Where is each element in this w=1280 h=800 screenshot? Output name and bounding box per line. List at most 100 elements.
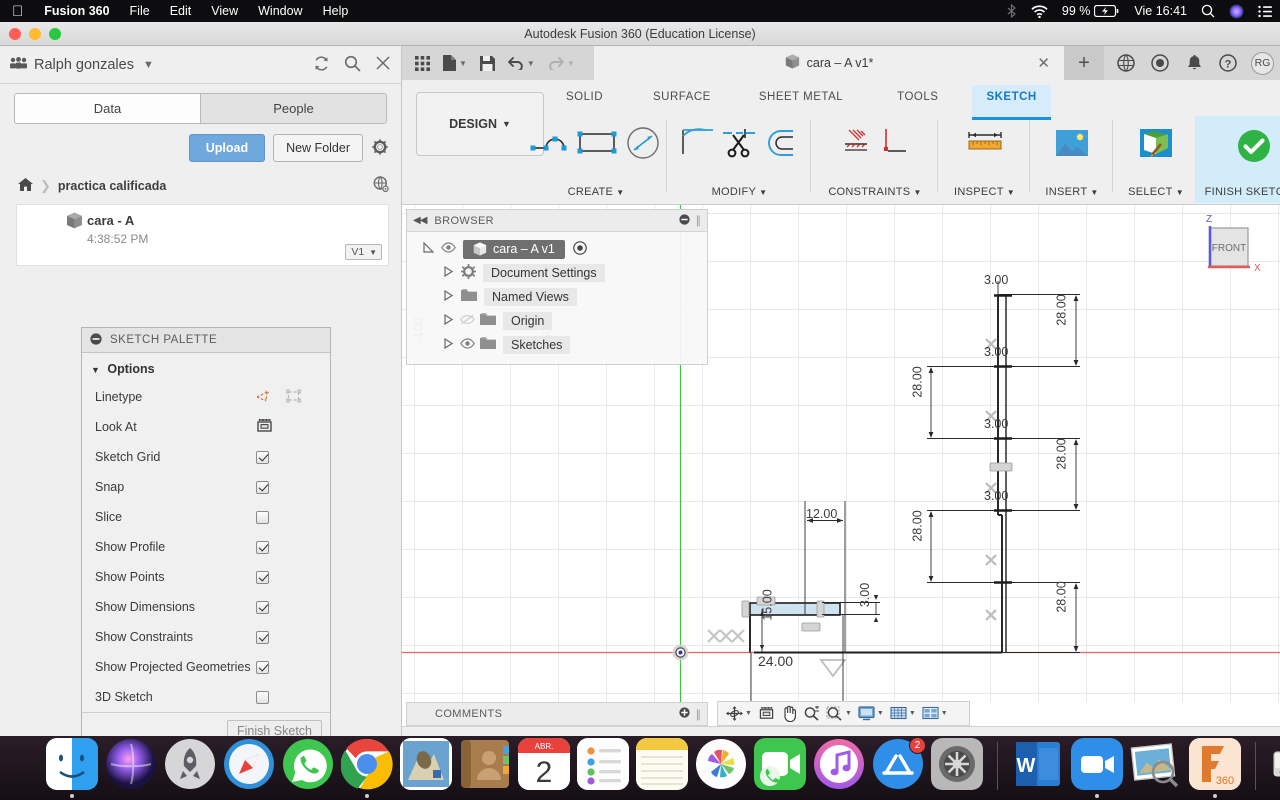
refresh-icon[interactable] <box>313 55 330 75</box>
dock-item-calendar[interactable]: ABR. 2 <box>518 738 570 790</box>
control-center-icon[interactable] <box>1251 5 1280 18</box>
new-folder-button[interactable]: New Folder <box>273 134 363 162</box>
insert-image-icon[interactable] <box>1055 126 1089 163</box>
globe-share-icon[interactable] <box>373 176 389 195</box>
eye-visible-icon[interactable] <box>441 242 456 256</box>
look-at-icon[interactable] <box>756 705 777 722</box>
avatar[interactable]: RG <box>1251 51 1274 75</box>
dimension-text[interactable]: 15.00 <box>761 589 775 620</box>
bluetooth-icon[interactable] <box>999 4 1024 18</box>
browser-item-origin[interactable]: Origin <box>407 309 707 333</box>
dimension-text[interactable]: 3.00 <box>984 273 1008 287</box>
job-status-icon[interactable] <box>1145 46 1175 80</box>
ribbon-group-label[interactable]: INSPECT ▼ <box>943 186 1026 198</box>
menubar-clock[interactable]: Vie 16:41 <box>1127 4 1194 18</box>
minus-circle-icon[interactable] <box>678 213 690 228</box>
trim-icon[interactable] <box>719 126 759 163</box>
snap-checkbox[interactable] <box>256 480 269 494</box>
close-icon[interactable] <box>375 55 391 74</box>
ribbon-group-label[interactable]: CONSTRAINTS ▼ <box>816 186 934 198</box>
close-icon[interactable]: ✕ <box>1037 54 1050 72</box>
help-icon[interactable]: ? <box>1213 46 1243 80</box>
dimension-text[interactable]: 24.00 <box>758 653 793 669</box>
siri-icon[interactable] <box>1222 4 1251 19</box>
ribbon-group-label[interactable]: CREATE ▼ <box>530 186 662 198</box>
triangle-collapsed-icon[interactable] <box>444 289 454 304</box>
grid-snaps-icon[interactable]: ▼ <box>888 705 918 722</box>
tab-people[interactable]: People <box>201 94 386 123</box>
dock-item-safari[interactable] <box>223 738 275 790</box>
line-icon[interactable] <box>529 126 571 163</box>
browser-item-document-settings[interactable]: Document Settings <box>407 261 707 285</box>
double-chevron-left-icon[interactable]: ◀◀ <box>413 215 427 226</box>
dock-item-photos[interactable] <box>695 738 747 790</box>
eye-hidden-icon[interactable] <box>460 314 475 328</box>
plus-circle-icon[interactable] <box>678 707 690 721</box>
triangle-expanded-icon[interactable] <box>423 241 435 256</box>
document-tab[interactable]: cara – A v1* ✕ <box>594 46 1064 80</box>
dock-item-zoom[interactable] <box>1071 738 1123 798</box>
notifications-bell-icon[interactable] <box>1179 46 1209 80</box>
menu-window[interactable]: Window <box>248 4 312 18</box>
redo-icon[interactable]: ▼ <box>543 53 580 74</box>
slice-checkbox[interactable] <box>256 510 269 524</box>
tab-sheet-metal[interactable]: SHEET METAL <box>745 85 857 103</box>
tab-solid[interactable]: SOLID <box>552 85 617 103</box>
wifi-icon[interactable] <box>1024 4 1055 18</box>
show-projected-geometries-checkbox[interactable] <box>256 660 269 674</box>
dimension-text[interactable]: 28.00 <box>911 366 925 397</box>
undo-icon[interactable]: ▼ <box>503 53 540 74</box>
triangle-collapsed-icon[interactable] <box>444 313 454 328</box>
fit-zoom-window-icon[interactable]: ▼ <box>824 705 854 722</box>
sketch-grid-checkbox[interactable] <box>256 450 269 464</box>
browser-item-named-views[interactable]: Named Views <box>407 285 707 309</box>
file-version-badge[interactable]: V1 ▼ <box>345 244 382 260</box>
look-at-icon[interactable] <box>256 418 273 437</box>
menu-help[interactable]: Help <box>313 4 359 18</box>
spotlight-search-icon[interactable] <box>1194 4 1222 18</box>
show-constraints-checkbox[interactable] <box>256 630 269 644</box>
options-section-header[interactable]: ▼ Options <box>82 353 330 382</box>
show-dimensions-checkbox[interactable] <box>256 600 269 614</box>
dimension-text[interactable]: 28.00 <box>1055 581 1069 612</box>
workspace-switcher[interactable]: DESIGN ▼ <box>416 92 544 156</box>
save-icon[interactable] <box>475 52 500 75</box>
battery-status[interactable]: 99 % <box>1055 4 1128 18</box>
dock-item-disk[interactable] <box>1270 738 1280 790</box>
construction-line-icon[interactable] <box>256 388 273 407</box>
show-profile-checkbox[interactable] <box>256 540 269 554</box>
app-grid-icon[interactable] <box>410 52 435 75</box>
menu-app-name[interactable]: Fusion 360 <box>34 4 119 18</box>
dimension-text[interactable]: 3.00 <box>984 417 1008 431</box>
viewports-icon[interactable]: ▼ <box>920 705 950 722</box>
new-tab-button[interactable]: + <box>1064 46 1104 80</box>
view-cube[interactable]: FRONT Z X <box>1192 211 1272 283</box>
file-card[interactable]: cara - A 4:38:52 PM V1 ▼ <box>16 204 389 266</box>
show-points-checkbox[interactable] <box>256 570 269 584</box>
search-icon[interactable] <box>344 55 361 75</box>
browser-root-label-pill[interactable]: cara – A v1 <box>463 239 565 259</box>
dock-item-siri[interactable] <box>105 738 157 790</box>
dock-item-fusion360[interactable]: 360 <box>1189 738 1241 798</box>
dock-item-chrome[interactable] <box>341 738 393 798</box>
browser-root-row[interactable]: cara – A v1 <box>407 237 707 261</box>
dimension-text[interactable]: 12.00 <box>806 507 837 521</box>
apple-icon[interactable]:  <box>0 4 34 19</box>
ribbon-group-label[interactable]: INSERT ▼ <box>1035 186 1109 198</box>
triangle-collapsed-icon[interactable] <box>444 265 454 280</box>
select-icon[interactable] <box>1139 126 1173 163</box>
display-settings-icon[interactable]: ▼ <box>856 705 886 722</box>
browser-item-sketches[interactable]: Sketches <box>407 333 707 357</box>
green-check-icon[interactable] <box>1236 128 1272 167</box>
triangle-collapsed-icon[interactable] <box>444 337 454 352</box>
orbit-icon[interactable]: ▼ <box>724 705 754 722</box>
dock-item-appstore[interactable]: 2 <box>872 737 926 790</box>
data-panel-user-name[interactable]: Ralph gonzales <box>34 57 134 73</box>
ribbon-group-label[interactable]: FINISH SKETCH▼ <box>1195 186 1280 198</box>
ribbon-group-finish-sketch[interactable]: FINISH SKETCH▼ <box>1195 116 1280 203</box>
gear-icon[interactable] <box>371 138 389 159</box>
resize-grip-icon[interactable]: ∥ <box>696 214 702 227</box>
ribbon-group-label[interactable]: SELECT ▼ <box>1118 186 1194 198</box>
dock-item-word[interactable]: W <box>1012 738 1064 790</box>
dimension-text[interactable]: 28.00 <box>911 510 925 541</box>
